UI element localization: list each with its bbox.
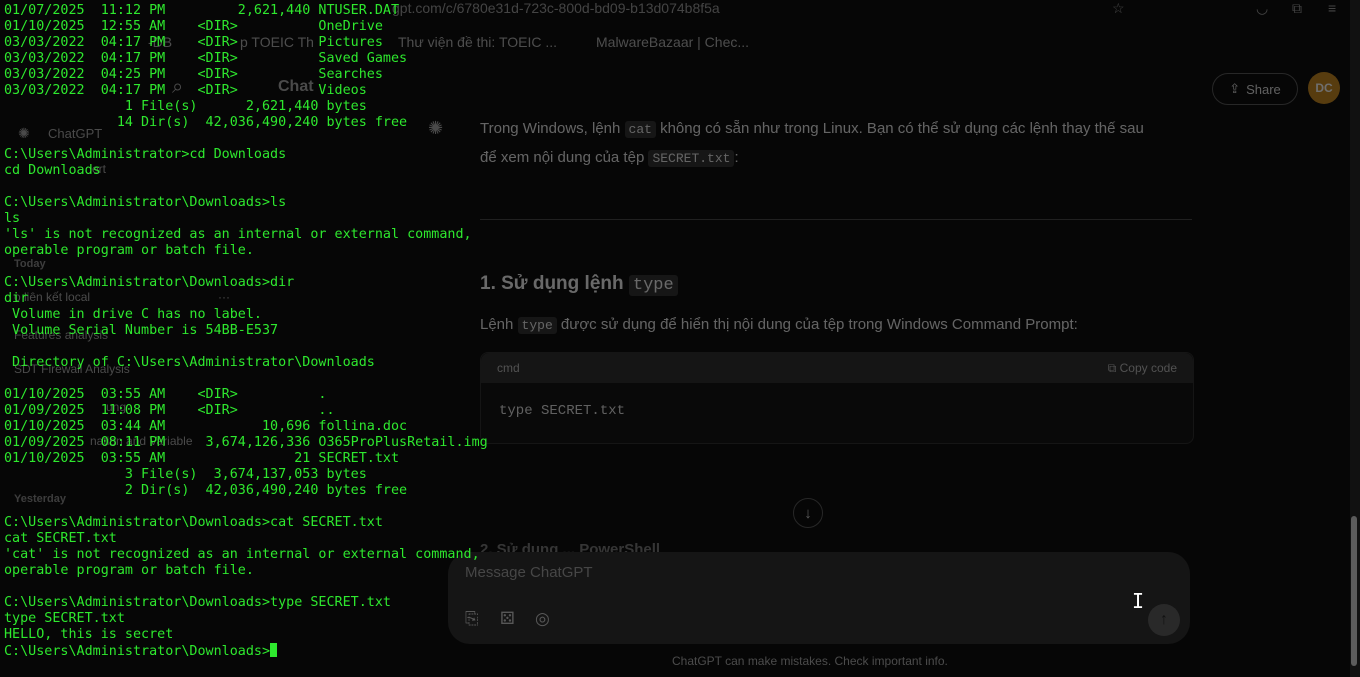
terminal-line: HELLO, this is secret	[4, 627, 174, 642]
terminal-line: 'cat' is not recognized as an internal o…	[4, 547, 480, 562]
terminal-prompt-line[interactable]: C:\Users\Administrator\Downloads>	[4, 643, 488, 659]
terminal-line: Volume Serial Number is 54BB-E537	[4, 323, 279, 338]
terminal-output: 01/07/2025 11:12 PM 2,621,440 NTUSER.DAT…	[4, 3, 488, 659]
terminal-line: 01/10/2025 03:44 AM 10,696 follina.doc	[4, 419, 408, 434]
terminal-line: 14 Dir(s) 42,036,490,240 bytes free	[4, 115, 408, 130]
terminal-line: cd Downloads	[4, 163, 101, 178]
terminal-line: 01/10/2025 12:55 AM <DIR> OneDrive	[4, 19, 383, 34]
terminal-line: dir	[4, 291, 29, 306]
terminal-line: C:\Users\Administrator\Downloads>ls	[4, 195, 287, 210]
terminal-line: 01/10/2025 03:55 AM 21 SECRET.txt	[4, 451, 400, 466]
terminal-line: C:\Users\Administrator\Downloads>cat SEC…	[4, 515, 383, 530]
terminal-line: 03/03/2022 04:25 PM <DIR> Searches	[4, 67, 383, 82]
terminal-line: 2 Dir(s) 42,036,490,240 bytes free	[4, 483, 408, 498]
terminal-line: Volume in drive C has no label.	[4, 307, 262, 322]
terminal-line: C:\Users\Administrator>cd Downloads	[4, 147, 287, 162]
terminal-line: 03/03/2022 04:17 PM <DIR> Pictures	[4, 35, 383, 50]
terminal-line: 01/09/2025 08:11 PM 3,674,126,336 O365Pr…	[4, 435, 488, 450]
terminal-line: 01/07/2025 11:12 PM 2,621,440 NTUSER.DAT	[4, 3, 400, 18]
terminal-line: 1 File(s) 2,621,440 bytes	[4, 99, 367, 114]
terminal-line: C:\Users\Administrator\Downloads>type SE…	[4, 595, 391, 610]
terminal-line: 'ls' is not recognized as an internal or…	[4, 227, 472, 242]
terminal-line: operable program or batch file.	[4, 243, 254, 258]
terminal-line: 3 File(s) 3,674,137,053 bytes	[4, 467, 367, 482]
terminal-line: type SECRET.txt	[4, 611, 125, 626]
terminal-prompt: C:\Users\Administrator\Downloads>	[4, 644, 271, 659]
text-cursor	[270, 643, 278, 657]
scrollbar-thumb[interactable]	[1351, 516, 1357, 666]
terminal-line: ls	[4, 211, 21, 226]
terminal-line: C:\Users\Administrator\Downloads>dir	[4, 275, 295, 290]
terminal-line: operable program or batch file.	[4, 563, 254, 578]
terminal-window[interactable]: 01/07/2025 11:12 PM 2,621,440 NTUSER.DAT…	[0, 0, 1350, 677]
terminal-line: Directory of C:\Users\Administrator\Down…	[4, 355, 375, 370]
terminal-line: 01/10/2025 03:55 AM <DIR> .	[4, 387, 327, 402]
terminal-line: 01/09/2025 11:08 PM <DIR> ..	[4, 403, 335, 418]
terminal-line: 03/03/2022 04:17 PM <DIR> Videos	[4, 83, 367, 98]
terminal-line: 03/03/2022 04:17 PM <DIR> Saved Games	[4, 51, 408, 66]
terminal-line: cat SECRET.txt	[4, 531, 117, 546]
mouse-ibeam-cursor: I	[1132, 589, 1145, 613]
